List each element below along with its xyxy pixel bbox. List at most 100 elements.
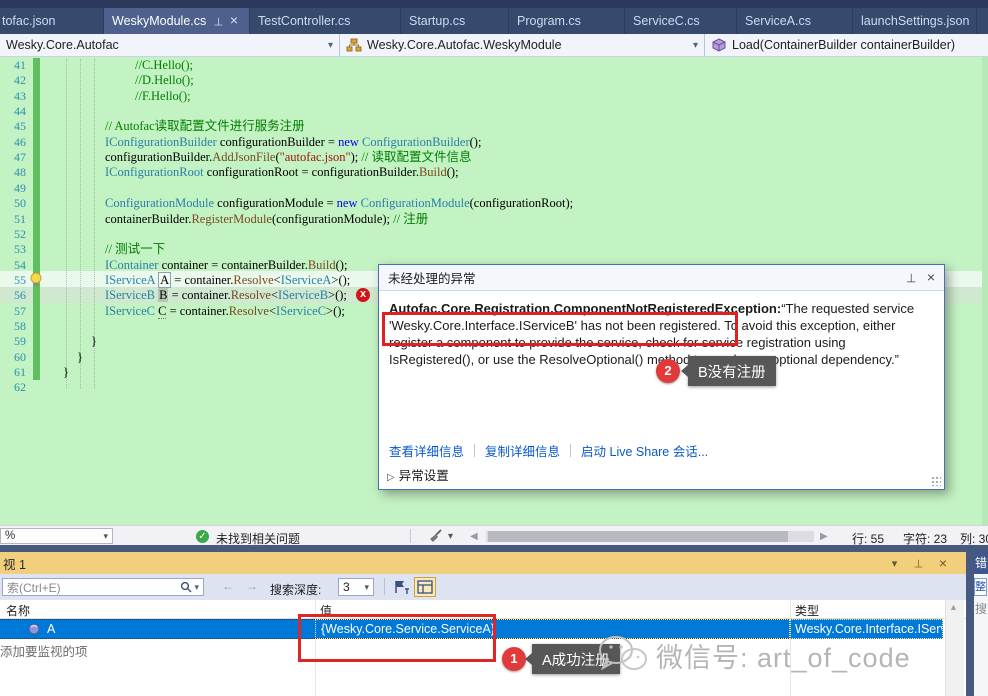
chevron-down-icon (103, 531, 108, 542)
tab-Startup.cs[interactable]: Startup.cs (401, 8, 509, 34)
error-list-search[interactable]: 搜 (975, 600, 987, 617)
tab-ServiceA.cs[interactable]: ServiceA.cs (737, 8, 853, 34)
forward-arrow-icon[interactable]: → (246, 579, 258, 593)
code-line-53: 53// 测试一下 (0, 242, 988, 258)
navigation-bar: Wesky.Core.Autofac Wesky.Core.Autofac.We… (0, 34, 988, 57)
lightbulb-icon[interactable] (29, 272, 43, 287)
code-text: } (63, 365, 69, 380)
watch-search-input[interactable]: 索(Ctrl+E) (2, 578, 204, 596)
live-share-link[interactable]: 启动 Live Share 会话... (581, 441, 708, 460)
code-text: } (77, 350, 83, 365)
horizontal-scrollbar[interactable] (486, 531, 814, 542)
member-dropdown-label: Load(ContainerBuilder containerBuilder) (732, 38, 982, 52)
editor-status-bar: % ✓ 未找到相关问题 ◀ ▶ 行: 55 字符: 23 列: 30 (0, 525, 988, 545)
type-dropdown-label: Wesky.Core.Autofac.WeskyModule (367, 38, 687, 52)
resize-grip[interactable] (931, 476, 941, 486)
error-list-header: 错 (974, 552, 988, 574)
tab-ServiceC.cs[interactable]: ServiceC.cs (625, 8, 737, 34)
code-text: IConfigurationRoot configurationRoot = c… (105, 165, 459, 180)
project-dropdown[interactable]: Wesky.Core.Autofac (0, 34, 340, 56)
pin-icon[interactable] (913, 557, 923, 570)
chevron-down-icon (693, 40, 698, 51)
exception-popup-title: 未经处理的异常 (388, 268, 476, 287)
line-number: 55 (0, 273, 26, 288)
panel-divider[interactable] (966, 552, 974, 696)
watch-window-titlebar[interactable]: 视 1 (0, 552, 966, 574)
chevron-down-icon[interactable] (194, 582, 199, 593)
member-dropdown[interactable]: Load(ContainerBuilder containerBuilder) (705, 34, 988, 56)
line-number: 48 (0, 165, 26, 180)
tab-Program.cs[interactable]: Program.cs (509, 8, 625, 34)
close-icon[interactable] (230, 15, 238, 28)
code-text: // Autofac读取配置文件进行服务注册 (105, 119, 305, 134)
line-number: 45 (0, 119, 26, 134)
variable-icon (28, 623, 40, 635)
code-line-50: 50ConfigurationModule configurationModul… (0, 196, 988, 212)
scrollbar-thumb[interactable] (488, 531, 788, 542)
column-header-name[interactable]: 名称 (6, 602, 30, 619)
line-number: 57 (0, 304, 26, 319)
scroll-left-arrow[interactable]: ◀ (470, 531, 478, 542)
window-menu-icon[interactable] (892, 557, 898, 570)
exception-popup-titlebar: 未经处理的异常 (379, 265, 944, 291)
vs-window: tofac.json WeskyModule.cs TestController.c… (0, 0, 988, 696)
scroll-up-arrow[interactable]: ▲ (949, 602, 958, 612)
line-number: 50 (0, 196, 26, 211)
annotation-tooltip-2: B没有注册 (688, 356, 776, 386)
line-number: 46 (0, 135, 26, 150)
close-icon[interactable] (939, 555, 947, 572)
exception-error-icon[interactable]: x (356, 288, 370, 302)
line-number: 52 (0, 227, 26, 242)
copy-details-link[interactable]: 复制详细信息 (485, 441, 560, 460)
pin-icon[interactable] (213, 15, 223, 28)
zoom-dropdown[interactable]: % (0, 528, 113, 544)
code-line-47: 47configurationBuilder.AddJsonFile("auto… (0, 150, 988, 166)
tab-label: WeskyModule.cs (112, 14, 206, 28)
error-list-panel-sliver: 错 整 搜 (974, 552, 988, 696)
tab-label: Startup.cs (409, 14, 465, 28)
tab-label: ServiceA.cs (745, 14, 811, 28)
tab-tofac.json[interactable]: tofac.json (0, 8, 104, 34)
search-depth-dropdown[interactable]: 3 (338, 578, 374, 596)
code-line-43: 43//F.Hello(); (0, 89, 988, 105)
code-text: IServiceB B = container.Resolve<IService… (105, 288, 347, 303)
error-list-button[interactable]: 整 (974, 578, 987, 596)
watch-toolbar: 索(Ctrl+E) ← → 搜索深度: 3 (0, 574, 966, 600)
chevron-down-icon (328, 40, 333, 51)
exception-message-line: IsRegistered(), or use the ResolveOption… (389, 352, 899, 367)
search-placeholder: 索(Ctrl+E) (7, 579, 61, 596)
watch-vertical-scrollbar[interactable]: ▲ (945, 600, 964, 696)
tab-TestController.cs[interactable]: TestController.cs (250, 8, 401, 34)
column-header-type[interactable]: 类型 (795, 602, 819, 619)
line-number: 43 (0, 89, 26, 104)
code-line-42: 42//D.Hello(); (0, 73, 988, 89)
back-arrow-icon[interactable]: ← (222, 579, 234, 593)
line-number: 53 (0, 242, 26, 257)
divider (410, 529, 411, 543)
exception-settings-expander[interactable]: 异常设置 (387, 465, 449, 484)
flag-format-icon[interactable] (392, 578, 410, 596)
view-details-link[interactable]: 查看详细信息 (389, 441, 464, 460)
watch-window-title: 视 1 (3, 554, 26, 573)
line-number: 49 (0, 181, 26, 196)
tab-launchSettings.json[interactable]: launchSettings.json (853, 8, 977, 34)
line-number: 60 (0, 350, 26, 365)
editor-scrollbar[interactable] (982, 57, 988, 525)
type-dropdown[interactable]: Wesky.Core.Autofac.WeskyModule (340, 34, 705, 56)
pin-icon[interactable] (906, 271, 916, 285)
search-depth-value: 3 (343, 580, 350, 594)
watch-name: A (47, 622, 55, 636)
code-cleanup-broom-icon[interactable] (428, 529, 443, 543)
code-line-46: 46IConfigurationBuilder configurationBui… (0, 135, 988, 151)
exception-popup-links: 查看详细信息 复制详细信息 启动 Live Share 会话... (389, 441, 718, 460)
line-number: 61 (0, 365, 26, 380)
tab-label: Program.cs (517, 14, 581, 28)
panel-separator[interactable] (0, 545, 988, 552)
close-icon[interactable] (927, 269, 935, 286)
tab-WeskyModule.cs[interactable]: WeskyModule.cs (104, 8, 250, 34)
chevron-down-icon[interactable] (448, 531, 453, 542)
scroll-right-arrow[interactable]: ▶ (820, 531, 828, 542)
code-line-49: 49 (0, 181, 988, 197)
annotation-red-box-value (298, 614, 496, 662)
toggle-format-icon[interactable] (414, 577, 436, 597)
